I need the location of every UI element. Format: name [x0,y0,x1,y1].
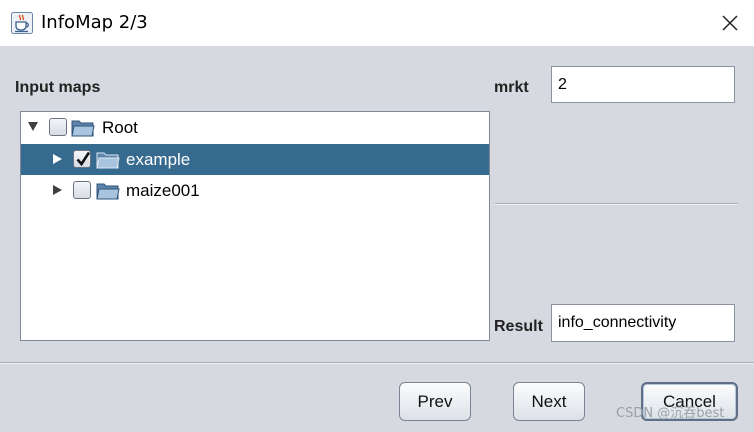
checkmark-icon [76,151,91,167]
tree-item-label: example [126,150,191,169]
tree-item-label: maize001 [126,181,200,200]
window-title: InfoMap 2/3 [41,12,148,33]
input-maps-label: Input maps [15,79,101,96]
expand-toggle-icon[interactable] [28,122,38,131]
mrkt-label: mrkt [494,79,529,96]
watermark-text: CSDN @沉吞best [616,406,725,421]
close-icon [722,15,738,31]
title-bar: InfoMap 2/3 [0,0,754,46]
prev-button[interactable]: Prev [399,382,471,421]
result-input[interactable] [551,304,735,342]
input-maps-tree[interactable]: Root example maize001 [20,111,490,341]
next-button[interactable]: Next [513,382,585,421]
root-checkbox[interactable] [49,118,67,136]
folder-icon [71,118,95,138]
tree-item-example[interactable]: example [21,144,489,175]
params-separator [495,203,738,205]
mrkt-input[interactable] [551,66,735,103]
java-coffee-cup-icon [11,12,33,34]
close-button[interactable] [712,6,748,40]
tree-item-root[interactable]: Root [21,112,489,143]
result-label: Result [494,318,543,335]
expand-toggle-icon[interactable] [53,154,62,164]
folder-icon [96,150,120,170]
folder-icon [96,181,120,201]
footer-separator [0,362,754,364]
expand-toggle-icon[interactable] [53,185,62,195]
maize001-checkbox[interactable] [73,181,91,199]
tree-item-label: Root [102,118,138,137]
example-checkbox[interactable] [73,150,91,168]
tree-item-maize001[interactable]: maize001 [21,175,489,206]
